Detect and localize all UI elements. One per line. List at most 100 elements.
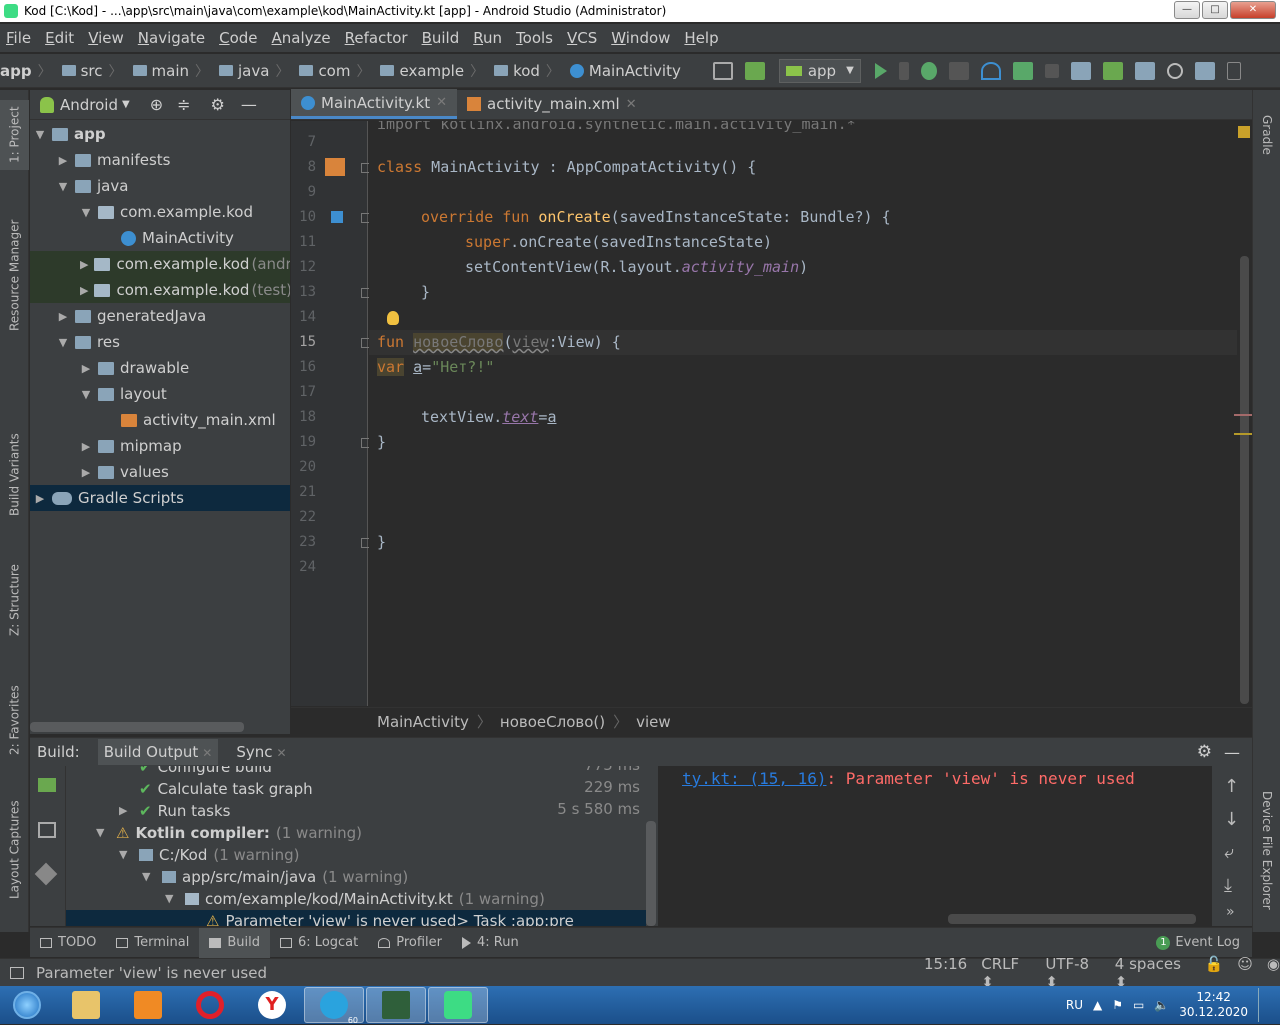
tree-item[interactable]: ▶ generatedJava [30, 303, 290, 329]
tool-logcat[interactable]: 6: Logcat [270, 928, 368, 958]
lightbulb-icon[interactable] [387, 311, 399, 325]
maximize-button[interactable]: □ [1202, 1, 1228, 19]
android-layout-icon[interactable] [325, 158, 345, 176]
locate-icon[interactable]: ⊕ [150, 95, 163, 114]
tool-event-log[interactable]: 1 Event Log [1146, 928, 1250, 958]
tree-item[interactable]: ▼ java [30, 173, 290, 199]
attach-debugger-icon[interactable] [948, 61, 969, 80]
tree-item[interactable]: ▼ com.example.kod [30, 199, 290, 225]
scroll-to-end-icon[interactable]: ⤓ [1224, 875, 1232, 896]
menu-vcs[interactable]: VCS [567, 29, 597, 47]
tree-item[interactable]: activity_main.xml [30, 407, 290, 433]
taskbar-task-manager[interactable] [366, 987, 426, 1023]
console-horizontal-scrollbar[interactable] [948, 914, 1196, 924]
chevron-down-icon[interactable]: ▼ [80, 206, 92, 219]
tab-structure[interactable]: Z: Structure [0, 555, 29, 645]
taskbar-explorer[interactable] [56, 987, 116, 1023]
tree-item[interactable]: ▶ manifests [30, 147, 290, 173]
device-icon[interactable] [1226, 61, 1241, 80]
tool-todo[interactable]: TODO [30, 928, 106, 958]
tree-item[interactable]: ▼ res [30, 329, 290, 355]
build-tree-item[interactable]: ✔ Calculate task graph [66, 778, 313, 800]
project-view-select[interactable]: Android [60, 96, 118, 114]
clock[interactable]: 12:42 30.12.2020 [1179, 990, 1248, 1020]
close-icon[interactable]: ✕ [276, 746, 286, 760]
tool-profiler[interactable]: Profiler [368, 928, 452, 958]
chevron-down-icon[interactable]: ▼ [57, 336, 69, 349]
hide-icon[interactable]: — [1224, 743, 1240, 762]
run-config-select[interactable]: app ▼ [778, 58, 861, 83]
tab-favorites[interactable]: 2: Favorites [0, 675, 29, 765]
chevron-right-icon[interactable]: ▶ [57, 310, 69, 323]
breadcrumb-kod[interactable]: kod 〉 [490, 61, 560, 81]
debug-icon[interactable] [920, 61, 937, 80]
tab-mainactivity-kt[interactable]: MainActivity.kt ✕ [291, 89, 458, 119]
pin-icon[interactable] [34, 862, 58, 886]
tab-sync[interactable]: Sync ✕ [236, 743, 286, 761]
build-tree-scrollbar[interactable] [646, 821, 656, 926]
tab-build-variants[interactable]: Build Variants [0, 420, 29, 530]
breadcrumb-class[interactable]: MainActivity [377, 713, 469, 731]
breadcrumb-java[interactable]: java 〉 [215, 61, 289, 81]
tree-item[interactable]: ▶ values [30, 459, 290, 485]
menu-window[interactable]: Window [611, 29, 670, 47]
breadcrumb-src[interactable]: src 〉 [58, 61, 123, 81]
breadcrumb-example[interactable]: example 〉 [376, 61, 484, 81]
chevron-down-icon[interactable]: ▼ [142, 866, 156, 888]
build-tree-item[interactable]: ▼ ⚠ Kotlin compiler: (1 warning) [66, 822, 362, 844]
breadcrumb-com[interactable]: com 〉 [295, 61, 370, 81]
tool-run[interactable]: 4: Run [452, 928, 529, 958]
more-icon[interactable]: » [1226, 904, 1235, 920]
network-icon[interactable]: ⚑ [1112, 998, 1123, 1012]
close-button[interactable]: ✕ [1230, 1, 1276, 19]
tree-item[interactable]: ▶ drawable [30, 355, 290, 381]
chevron-down-icon[interactable]: ▼ [122, 99, 130, 110]
menu-edit[interactable]: Edit [45, 29, 74, 47]
profile-icon[interactable] [980, 61, 1001, 80]
menu-build[interactable]: Build [422, 29, 460, 47]
tab-resource-manager[interactable]: Resource Manager [0, 205, 29, 345]
menu-file[interactable]: File [6, 29, 31, 47]
avd-manager-icon[interactable] [1102, 61, 1123, 80]
tree-item[interactable]: ▶ com.example.kod(andro [30, 251, 290, 277]
close-icon[interactable]: ✕ [436, 95, 447, 110]
gear-icon[interactable]: ⚙ [211, 95, 225, 114]
toggle-view-icon[interactable] [38, 822, 56, 838]
menu-code[interactable]: Code [219, 29, 257, 47]
hide-icon[interactable]: — [241, 95, 257, 114]
start-button[interactable] [0, 987, 54, 1023]
error-stripe-mark[interactable] [1234, 414, 1252, 416]
tab-build-output[interactable]: Build Output ✕ [97, 739, 219, 765]
taskbar-media-player[interactable] [118, 987, 178, 1023]
build-tree-item[interactable]: ▼ C:/Kod (1 warning) [66, 844, 299, 866]
show-desktop-button[interactable] [1258, 988, 1270, 1022]
build-tree-item[interactable]: ▶ ✔ Run tasks [66, 800, 231, 822]
tool-windows-toggle-icon[interactable] [10, 966, 24, 979]
tree-item[interactable]: ▶ Gradle Scripts [30, 485, 290, 511]
taskbar-telegram[interactable]: 60 [304, 987, 364, 1025]
tab-gradle[interactable]: Gradle [1253, 100, 1280, 170]
build-tree-item[interactable]: ✔ Configure build [66, 766, 272, 778]
chevron-right-icon[interactable]: ▶ [80, 284, 88, 297]
tree-item[interactable]: ▼ app [30, 121, 290, 147]
close-icon[interactable]: ✕ [626, 97, 637, 112]
tree-item[interactable]: ▶ mipmap [30, 433, 290, 459]
warning-stripe-mark[interactable] [1234, 433, 1252, 435]
chevron-down-icon[interactable]: ▼ [80, 388, 92, 401]
tree-item[interactable]: ▶ com.example.kod (test) [30, 277, 290, 303]
chevron-right-icon[interactable]: ▶ [80, 440, 92, 453]
layout-icon[interactable] [712, 61, 733, 80]
warning-indicator-icon[interactable] [1238, 126, 1250, 138]
close-icon[interactable]: ✕ [202, 746, 212, 760]
breadcrumb-main[interactable]: main 〉 [129, 61, 209, 81]
stop-icon[interactable] [1044, 63, 1059, 78]
search-icon[interactable] [1166, 62, 1183, 79]
project-horizontal-scrollbar[interactable] [30, 722, 244, 732]
tool-build[interactable]: Build [199, 927, 271, 958]
menu-view[interactable]: View [88, 29, 124, 47]
chevron-down-icon[interactable]: ▼ [57, 180, 69, 193]
project-structure-icon[interactable] [1194, 61, 1215, 80]
soft-wrap-icon[interactable]: ⤶ [1224, 842, 1234, 863]
coverage-icon[interactable] [1012, 61, 1033, 80]
gear-icon[interactable]: ⚙ [1197, 742, 1212, 762]
